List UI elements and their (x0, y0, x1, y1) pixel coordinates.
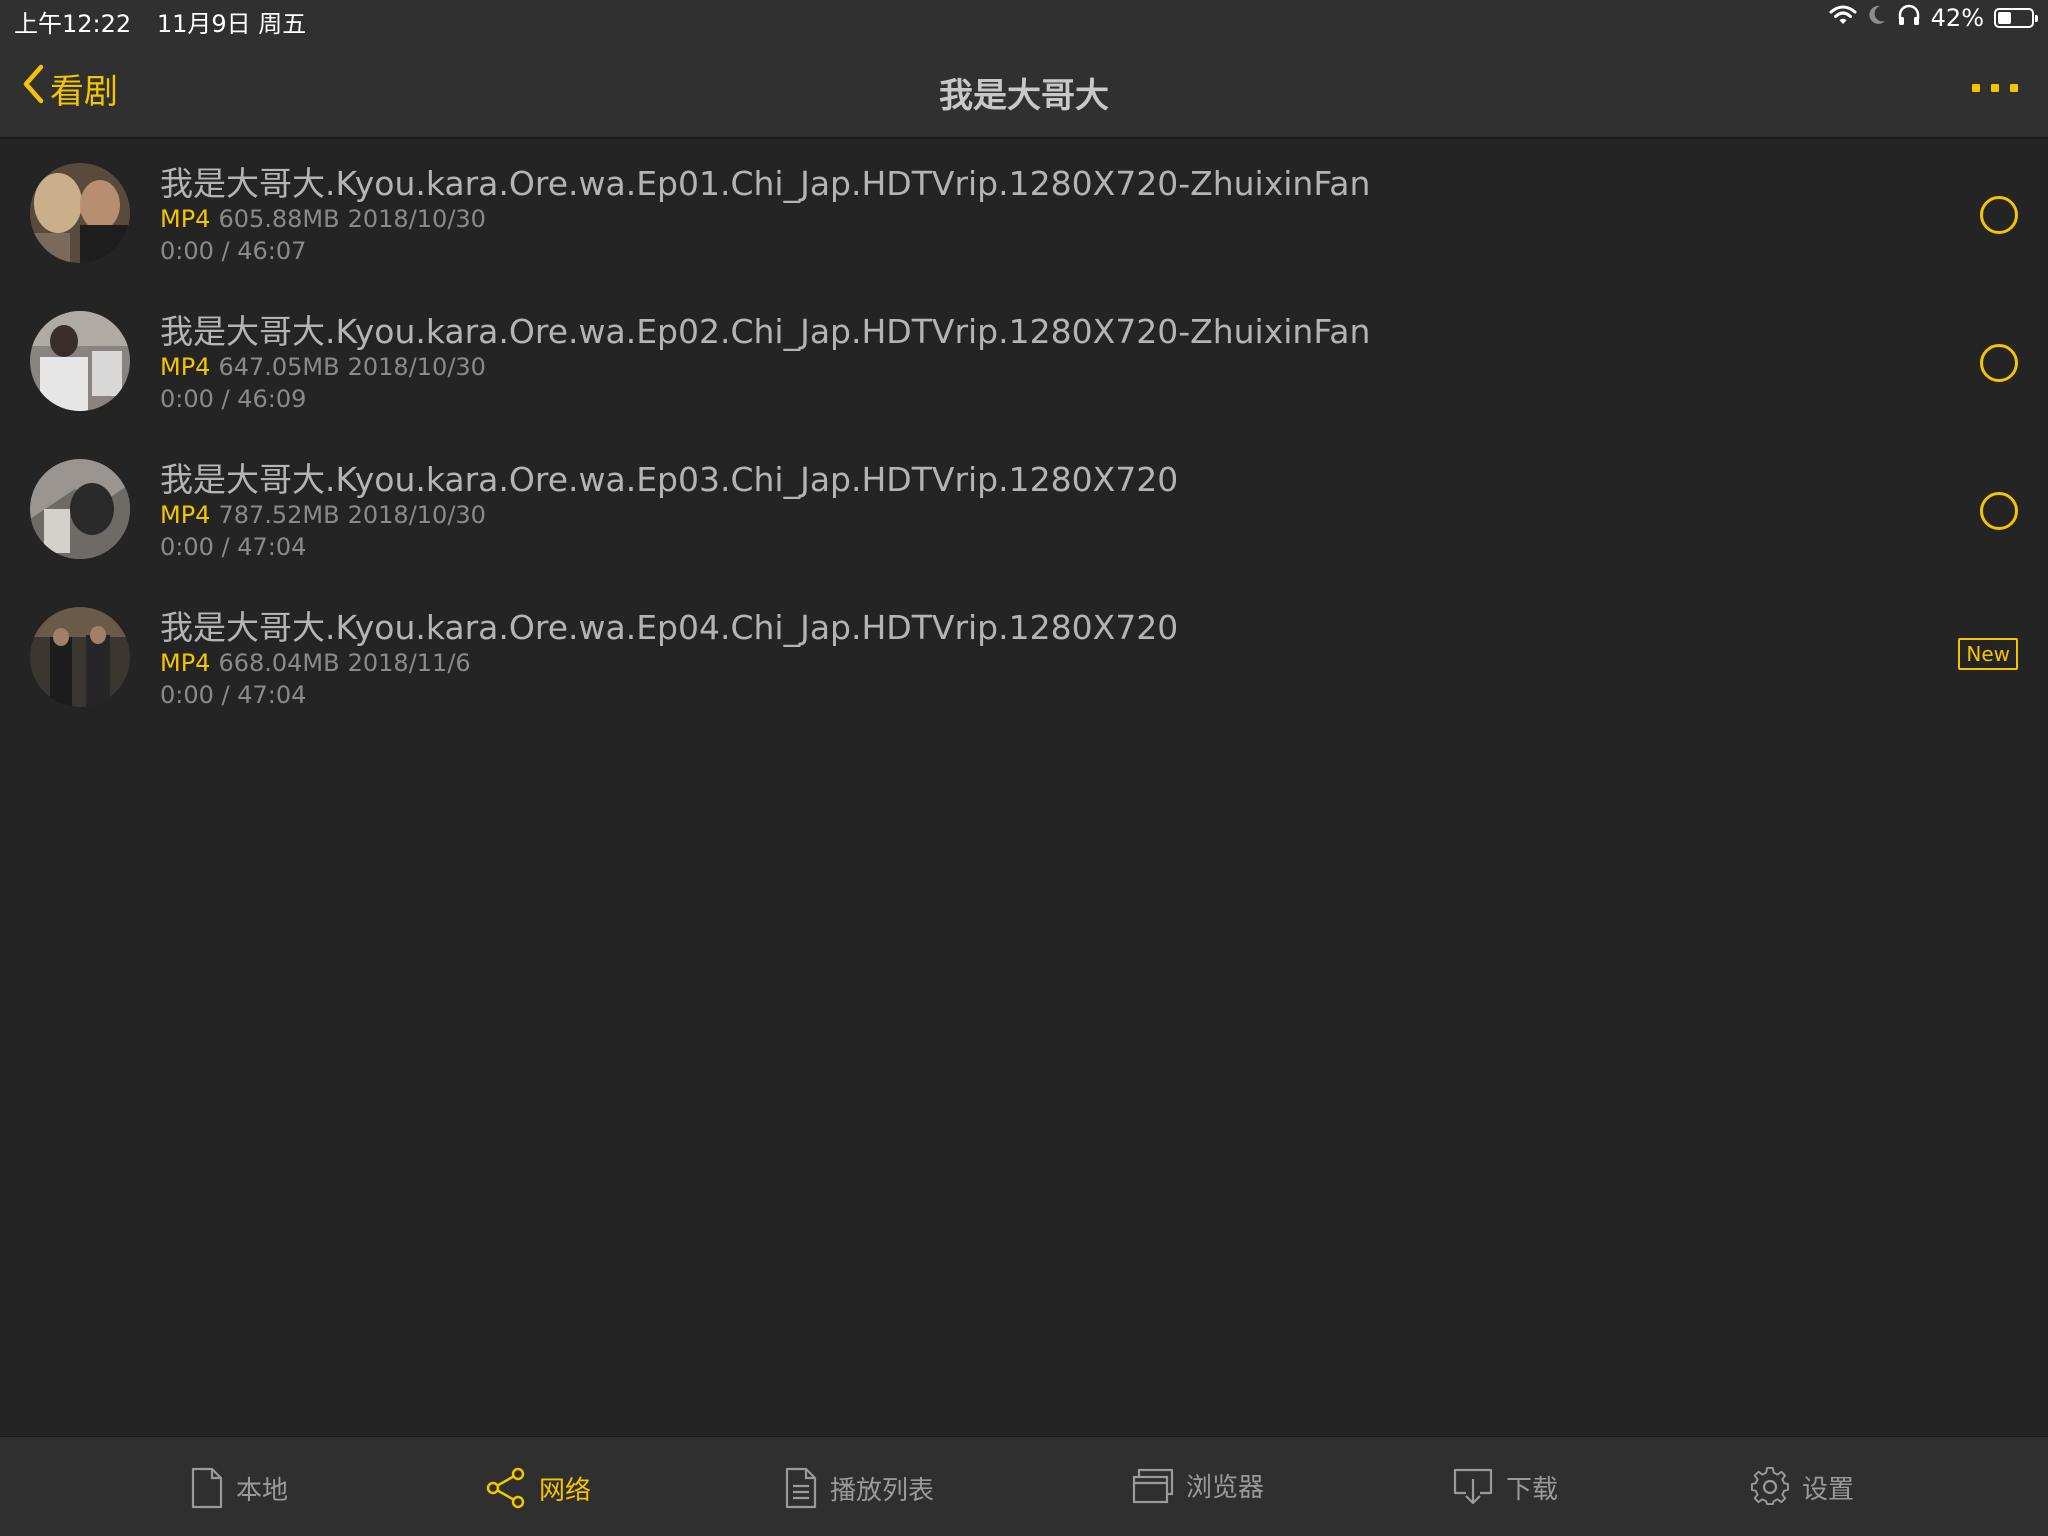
gear-icon (1750, 1467, 1790, 1507)
more-dot-icon (1991, 84, 1999, 92)
video-meta: MP4 605.88MB 2018/10/30 (160, 205, 486, 233)
tab-label: 下载 (1506, 1474, 1559, 1505)
tab-browser[interactable]: 浏览器 (1132, 1467, 1264, 1504)
video-title: 我是大哥大.Kyou.kara.Ore.wa.Ep03.Chi_Jap.HDTV… (160, 460, 1179, 499)
file-icon (190, 1467, 224, 1509)
video-progress: 0:00 / 47:04 (160, 681, 307, 709)
video-row[interactable]: 我是大哥大.Kyou.kara.Ore.wa.Ep04.Chi_Jap.HDTV… (0, 583, 2048, 731)
battery-icon (1994, 8, 2038, 28)
video-row[interactable]: 我是大哥大.Kyou.kara.Ore.wa.Ep03.Chi_Jap.HDTV… (0, 435, 2048, 583)
document-list-icon (784, 1467, 818, 1509)
video-size: 647.05MB (218, 353, 340, 381)
tab-label: 本地 (236, 1475, 289, 1506)
select-circle-icon[interactable] (1980, 344, 2018, 382)
status-time: 上午12:22 (14, 10, 132, 38)
video-thumbnail (30, 607, 130, 707)
app-window: 上午12:22 11月9日 周五 42% 看剧 我是大哥大 我是大哥大.Kyou… (0, 0, 2048, 1536)
video-progress: 0:00 / 46:09 (160, 385, 307, 413)
more-dot-icon (1972, 84, 1980, 92)
tab-label: 浏览器 (1186, 1473, 1265, 1503)
tab-playlist[interactable]: 播放列表 (784, 1467, 934, 1509)
video-date: 2018/10/30 (347, 353, 486, 381)
video-meta: MP4 668.04MB 2018/11/6 (160, 649, 471, 677)
more-dot-icon (2010, 84, 2018, 92)
select-circle-icon[interactable] (1980, 196, 2018, 234)
video-progress: 0:00 / 46:07 (160, 237, 307, 265)
browser-window-icon (1132, 1468, 1174, 1504)
more-options-button[interactable] (1972, 84, 2018, 92)
video-format: MP4 (160, 205, 211, 233)
video-format: MP4 (160, 501, 211, 529)
video-title: 我是大哥大.Kyou.kara.Ore.wa.Ep04.Chi_Jap.HDTV… (160, 608, 1179, 647)
tab-label: 网络 (539, 1475, 592, 1506)
tab-bar: 本地 网络 播放列表 浏览器 下载 设置 (0, 1436, 2048, 1536)
video-thumbnail (30, 311, 130, 411)
new-badge: New (1958, 638, 2018, 670)
status-right: 42% (1829, 4, 2038, 32)
download-icon (1452, 1467, 1494, 1507)
wifi-icon (1829, 4, 1857, 32)
share-icon (485, 1467, 527, 1509)
select-circle-icon[interactable] (1980, 492, 2018, 530)
video-title: 我是大哥大.Kyou.kara.Ore.wa.Ep02.Chi_Jap.HDTV… (160, 312, 1371, 351)
video-date: 2018/10/30 (347, 205, 486, 233)
video-meta: MP4 787.52MB 2018/10/30 (160, 501, 486, 529)
battery-percent: 42% (1930, 4, 1984, 32)
video-progress: 0:00 / 47:04 (160, 533, 307, 561)
video-date: 2018/11/6 (347, 649, 471, 677)
battery-fill (1998, 12, 2011, 24)
video-list: 我是大哥大.Kyou.kara.Ore.wa.Ep01.Chi_Jap.HDTV… (0, 139, 2048, 731)
video-format: MP4 (160, 649, 211, 677)
headphones-icon (1897, 4, 1921, 32)
tab-label: 播放列表 (830, 1475, 935, 1506)
status-bar: 上午12:22 11月9日 周五 42% (0, 0, 2048, 40)
tab-settings[interactable]: 设置 (1750, 1467, 1854, 1507)
video-date: 2018/10/30 (347, 501, 486, 529)
video-title: 我是大哥大.Kyou.kara.Ore.wa.Ep01.Chi_Jap.HDTV… (160, 164, 1371, 203)
video-meta: MP4 647.05MB 2018/10/30 (160, 353, 486, 381)
video-size: 668.04MB (218, 649, 340, 677)
tab-label: 设置 (1802, 1474, 1855, 1505)
status-left: 上午12:22 11月9日 周五 (14, 4, 324, 39)
tab-download[interactable]: 下载 (1452, 1467, 1558, 1507)
page-title: 我是大哥大 (939, 76, 1109, 116)
moon-icon (1867, 4, 1887, 32)
status-date: 11月9日 周五 (156, 10, 307, 38)
video-thumbnail (30, 163, 130, 263)
video-size: 787.52MB (218, 501, 340, 529)
navigation-bar: 看剧 我是大哥大 (0, 40, 2048, 139)
video-size: 605.88MB (218, 205, 340, 233)
video-row[interactable]: 我是大哥大.Kyou.kara.Ore.wa.Ep01.Chi_Jap.HDTV… (0, 139, 2048, 287)
video-thumbnail (30, 459, 130, 559)
tab-local[interactable]: 本地 (190, 1467, 288, 1509)
video-format: MP4 (160, 353, 211, 381)
video-row[interactable]: 我是大哥大.Kyou.kara.Ore.wa.Ep02.Chi_Jap.HDTV… (0, 287, 2048, 435)
tab-network[interactable]: 网络 (485, 1467, 591, 1509)
